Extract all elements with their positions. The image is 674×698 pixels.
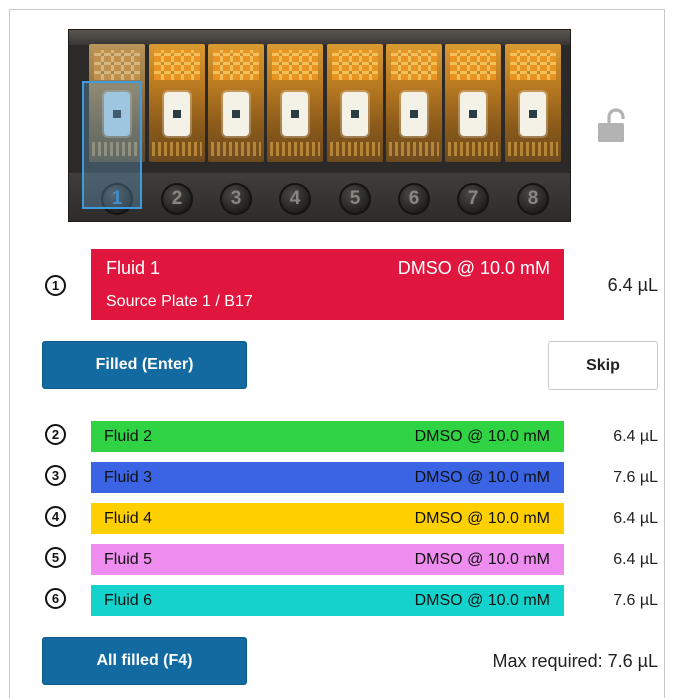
queue-fluid-volume: 6.4 µL [613, 551, 658, 568]
cartridge-chip[interactable] [445, 44, 501, 162]
queue-fluid-bar: Fluid 4 DMSO @ 10.0 mM [91, 503, 564, 534]
cartridge-chip[interactable] [208, 44, 264, 162]
well-number: 4 [279, 183, 311, 215]
current-fluid-concentration: DMSO @ 10.0 mM [397, 258, 550, 278]
well-number: 7 [457, 183, 489, 215]
current-index-badge: 1 [45, 275, 66, 296]
cartridge-chip[interactable] [327, 44, 383, 162]
queue-fluid-bar: Fluid 5 DMSO @ 10.0 mM [91, 544, 564, 575]
queue-index-badge: 6 [45, 588, 66, 609]
cartridge-chip[interactable] [505, 44, 561, 162]
queue-fluid-concentration: DMSO @ 10.0 mM [414, 592, 550, 609]
well-reservoir [460, 92, 486, 136]
queue-fluid-name: Fluid 5 [104, 551, 153, 568]
well-reservoir [401, 92, 427, 136]
queue-fluid-bar: Fluid 6 DMSO @ 10.0 mM [91, 585, 564, 616]
queue-fluid-name: Fluid 3 [104, 469, 153, 486]
current-fluid-source: Source Plate 1 / B17 [106, 293, 253, 310]
queue-index-badge: 4 [45, 506, 66, 527]
current-fluid-volume: 6.4 µL [607, 275, 658, 295]
well-reservoir [520, 92, 546, 136]
current-fluid-name: Fluid 1 [106, 258, 161, 278]
queue-fluid-concentration: DMSO @ 10.0 mM [414, 428, 550, 445]
all-filled-button[interactable]: All filled (F4) [42, 637, 247, 685]
queue-index-badge: 3 [45, 465, 66, 486]
well-number: 3 [220, 183, 252, 215]
cartridge-chip[interactable] [267, 44, 323, 162]
skip-button[interactable]: Skip [548, 341, 658, 390]
cartridge-chip[interactable] [149, 44, 205, 162]
queue-fluid-concentration: DMSO @ 10.0 mM [414, 551, 550, 568]
cartridge-chip[interactable] [386, 44, 442, 162]
well-reservoir [282, 92, 308, 136]
well-number: 8 [517, 183, 549, 215]
well-number: 2 [161, 183, 193, 215]
queue-fluid-bar: Fluid 3 DMSO @ 10.0 mM [91, 462, 564, 493]
current-fluid-bar: Fluid 1 DMSO @ 10.0 mM Source Plate 1 / … [91, 249, 564, 320]
well-reservoir [164, 92, 190, 136]
cartridge-bottom-rail [69, 173, 570, 221]
unlocked-padlock-icon[interactable] [596, 108, 628, 144]
queue-fluid-volume: 7.6 µL [613, 592, 658, 609]
well-number: 5 [339, 183, 371, 215]
cartridge-image: 1 2 3 4 5 6 7 8 [68, 29, 571, 222]
queue-index-badge: 2 [45, 424, 66, 445]
well-reservoir [342, 92, 368, 136]
queue-fluid-volume: 7.6 µL [613, 469, 658, 486]
well-number: 6 [398, 183, 430, 215]
queue-fluid-name: Fluid 2 [104, 428, 153, 445]
queue-fluid-name: Fluid 4 [104, 510, 153, 527]
selected-well-highlight [82, 81, 142, 209]
max-required-label: Max required: 7.6 µL [492, 651, 658, 671]
queue-fluid-concentration: DMSO @ 10.0 mM [414, 469, 550, 486]
filled-button[interactable]: Filled (Enter) [42, 341, 247, 389]
queue-fluid-concentration: DMSO @ 10.0 mM [414, 510, 550, 527]
queue-fluid-name: Fluid 6 [104, 592, 153, 609]
cartridge-top-rail [69, 30, 570, 45]
queue-fluid-volume: 6.4 µL [613, 510, 658, 527]
well-reservoir [223, 92, 249, 136]
queue-fluid-bar: Fluid 2 DMSO @ 10.0 mM [91, 421, 564, 452]
queue-index-badge: 5 [45, 547, 66, 568]
queue-fluid-volume: 6.4 µL [613, 428, 658, 445]
